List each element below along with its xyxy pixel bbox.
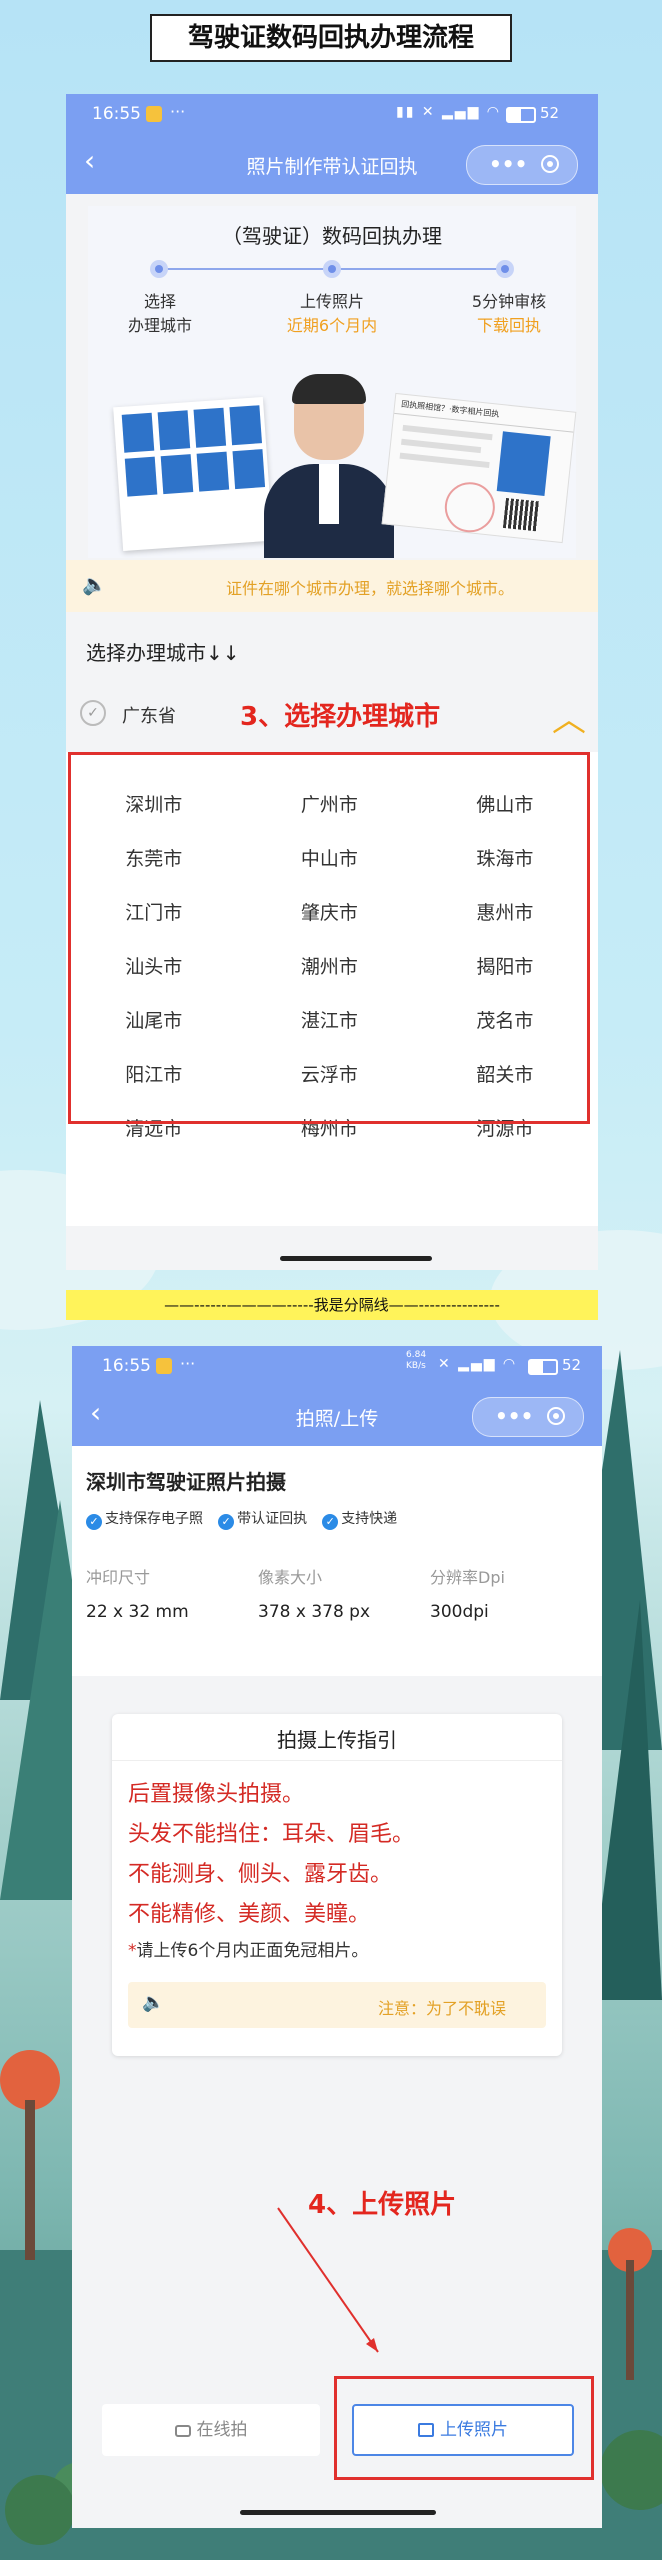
- nav-bar: ‹ 拍照/上传 •••: [72, 1386, 602, 1446]
- capsule-close-icon[interactable]: [541, 155, 559, 173]
- guide-note-star: *: [128, 1941, 137, 1961]
- notification-icon: [156, 1358, 172, 1374]
- province-row[interactable]: ✓ 广东省 3、选择办理城市 ︿: [66, 684, 598, 744]
- feature-chip: ✓ 支持快递: [322, 1508, 397, 1530]
- online-shoot-button[interactable]: 在线拍: [102, 2404, 320, 2456]
- hero-card: （驾驶证）数码回执办理 选择 办理城市 上传照片 近期6个月内 5分钟审核 下载…: [88, 206, 577, 558]
- phone-screen-1: 16:55 ··· ▮▮ ✕ ▂▄▆ ◠ 52 ‹ 照片制作带认证回执 ••• …: [66, 94, 598, 1270]
- page-title: 驾驶证数码回执办理流程: [187, 23, 474, 53]
- divider-text: ——------————-----我是分隔线——---------------: [164, 1296, 500, 1314]
- signal-icons: ✕ ▂▄▆ ◠: [438, 1356, 518, 1372]
- signal-icons: ▮▮ ✕ ▂▄▆ ◠: [396, 104, 502, 120]
- spec-dpi: 分辨率Dpi 300dpi: [430, 1564, 505, 1622]
- spec-pixels: 像素大小 378 x 378 px: [258, 1564, 370, 1622]
- battery-level: 52: [562, 1356, 582, 1374]
- divider-banner: ——------————-----我是分隔线——---------------: [66, 1290, 598, 1320]
- step-3-sub: 下载回执: [476, 316, 541, 335]
- guide-line: 不能精修、美颜、美瞳。: [128, 1902, 371, 1927]
- step-3-title: 5分钟审核: [471, 292, 547, 311]
- status-bar: 16:55 ··· ▮▮ ✕ ▂▄▆ ◠ 52: [66, 94, 598, 134]
- check-icon: ✓: [86, 1514, 102, 1530]
- guide-note-text: 请上传6个月内正面免冠相片。: [136, 1941, 369, 1961]
- guide-line: 后置摄像头拍摄。: [128, 1782, 305, 1807]
- chevron-up-icon[interactable]: ︿: [552, 692, 586, 741]
- feature-chip: ✓ 带认证回执: [218, 1508, 307, 1530]
- portrait-image: [264, 374, 394, 558]
- province-name: 广东省: [122, 706, 176, 727]
- step-3: 5分钟审核 下载回执: [444, 290, 574, 338]
- step-2: 上传照片 近期6个月内: [272, 290, 392, 338]
- step-dot-1: [150, 260, 168, 278]
- capsule-more-icon[interactable]: •••: [489, 152, 527, 176]
- feature-chips: ✓ 支持保存电子照 ✓ 带认证回执 ✓ 支持快递: [86, 1508, 407, 1530]
- spec-size: 冲印尺寸 22 x 32 mm: [86, 1564, 189, 1622]
- spec-value: 22 x 32 mm: [86, 1602, 189, 1622]
- page-title-box: 驾驶证数码回执办理流程: [150, 14, 512, 62]
- camera-icon: [174, 2425, 191, 2437]
- receipt-card-image: 回执照相馆？·数字相片回执: [381, 392, 577, 544]
- spec-label: 像素大小: [258, 1568, 323, 1587]
- online-shoot-label: 在线拍: [196, 2420, 248, 2440]
- spec-label: 分辨率Dpi: [430, 1568, 505, 1587]
- capsule-more-icon[interactable]: •••: [495, 1404, 533, 1428]
- net-speed: 6.84 KB/s: [406, 1350, 427, 1371]
- guide-title: 拍摄上传指引: [277, 1728, 397, 1752]
- step-1-sub: 办理城市: [127, 316, 192, 335]
- nav-bar: ‹ 照片制作带认证回执 •••: [66, 134, 598, 194]
- step-dot-3: [496, 260, 514, 278]
- annotation-step-4: 4、上传照片: [308, 2190, 457, 2220]
- check-icon: ✓: [322, 1514, 339, 1530]
- check-icon: ✓: [80, 700, 106, 726]
- product-card: 深圳市驾驶证照片拍摄 ✓ 支持保存电子照 ✓ 带认证回执 ✓ 支持快递 冲印尺寸 22…: [72, 1446, 602, 1676]
- chip-label: 支持保存电子照: [105, 1511, 203, 1527]
- step-1: 选择 办理城市: [100, 290, 220, 338]
- guide-notice-bar: 🔈 注意：为了不耽误: [128, 1982, 546, 2028]
- guide-line: 不能测身、侧头、露牙齿。: [128, 1862, 393, 1887]
- guide-note: *请上传6个月内正面免冠相片。: [128, 1936, 368, 1961]
- status-time: 16:55: [92, 104, 141, 124]
- annotation-step-3: 3、选择办理城市: [240, 702, 441, 732]
- status-time: 16:55: [102, 1356, 151, 1376]
- upload-button-highlight: [334, 2376, 594, 2480]
- chip-label: 带认证回执: [237, 1511, 308, 1527]
- home-indicator: [280, 1256, 432, 1261]
- guide-panel: 拍摄上传指引 后置摄像头拍摄。 头发不能挡住：耳朵、眉毛。 不能测身、侧头、露牙…: [112, 1714, 562, 2056]
- mini-program-capsule: •••: [472, 1397, 584, 1437]
- feature-chip: ✓ 支持保存电子照: [86, 1508, 203, 1530]
- speaker-icon: 🔈: [142, 1992, 165, 2013]
- mini-program-capsule: •••: [466, 145, 578, 185]
- home-indicator: [240, 2510, 436, 2515]
- more-icon: ···: [180, 1354, 196, 1373]
- spec-value: 378 x 378 px: [258, 1602, 371, 1622]
- speaker-icon: 🔈: [82, 572, 107, 596]
- hero-title: （驾驶证）数码回执办理: [222, 224, 442, 248]
- guide-line: 头发不能挡住：耳朵、眉毛。: [128, 1822, 415, 1847]
- notification-icon: [146, 106, 162, 122]
- step-dot-2: [323, 260, 341, 278]
- notice-bar: 🔈 证件在哪个城市办理，就选择哪个城市。: [66, 560, 598, 612]
- product-title: 深圳市驾驶证照片拍摄: [86, 1470, 286, 1494]
- capsule-close-icon[interactable]: [547, 1407, 565, 1425]
- step-2-sub: 近期6个月内: [286, 316, 378, 335]
- spec-label: 冲印尺寸: [86, 1568, 151, 1587]
- step-2-title: 上传照片: [299, 292, 364, 311]
- select-heading: 选择办理城市↓↓: [86, 641, 240, 665]
- chip-label: 支持快递: [341, 1511, 398, 1527]
- photo-sheet-image: [113, 396, 273, 552]
- step-1-title: 选择: [143, 292, 176, 311]
- status-bar: 16:55 ··· 6.84 KB/s ✕ ▂▄▆ ◠ 52: [72, 1346, 602, 1386]
- notice-text: 证件在哪个城市办理，就选择哪个城市。: [226, 579, 515, 598]
- guide-notice-text: 注意：为了不耽误: [378, 1999, 507, 2018]
- check-icon: ✓: [218, 1514, 235, 1530]
- guide-divider: [112, 1760, 562, 1761]
- more-icon: ···: [170, 102, 186, 121]
- battery-icon: [506, 107, 536, 123]
- battery-level: 52: [540, 104, 560, 122]
- spec-value: 300dpi: [430, 1602, 489, 1622]
- battery-icon: [528, 1359, 558, 1375]
- city-list-highlight: [68, 752, 590, 1124]
- phone-screen-2: 16:55 ··· 6.84 KB/s ✕ ▂▄▆ ◠ 52 ‹ 拍照/上传 •…: [72, 1346, 602, 2528]
